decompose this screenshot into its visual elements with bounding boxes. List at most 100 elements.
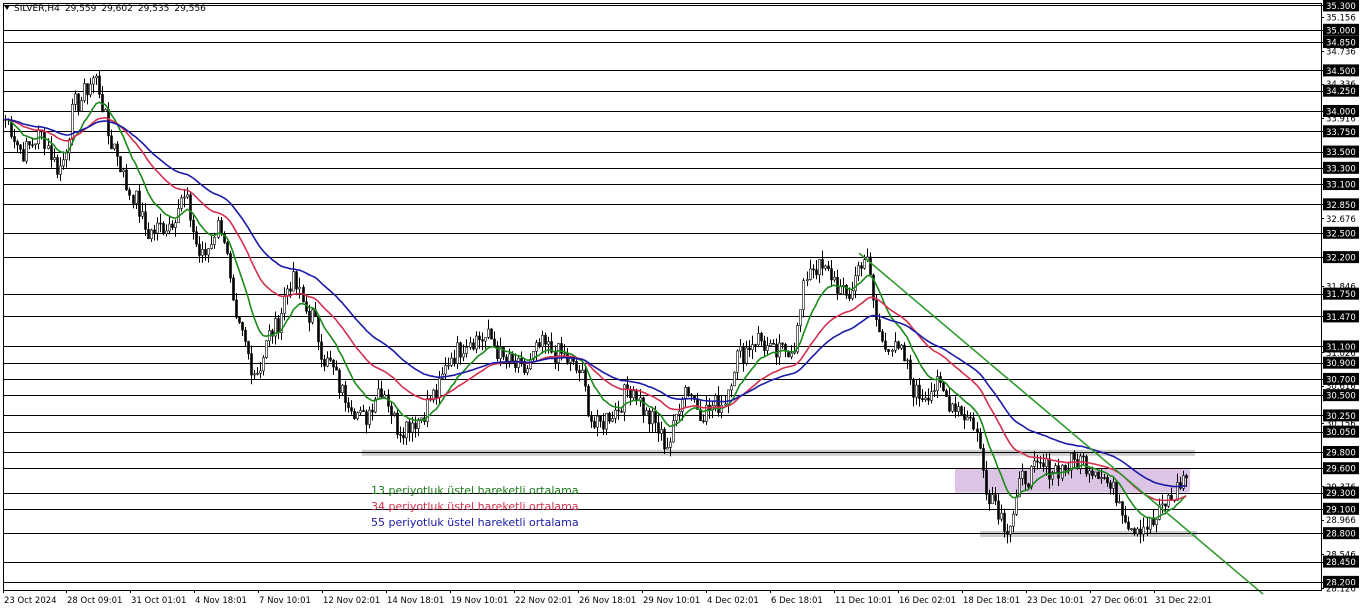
candle-body xyxy=(22,149,25,162)
candle-body xyxy=(669,441,672,448)
candle-body xyxy=(235,299,238,318)
candle-body xyxy=(50,145,53,161)
candle-body xyxy=(83,83,86,101)
candle-body xyxy=(760,333,763,342)
candle-body xyxy=(338,369,341,394)
chart-area[interactable]: 35.30035.15635.00034.85034.73634.50034.3… xyxy=(0,0,1362,611)
candle-body xyxy=(1127,521,1130,530)
candle-body xyxy=(1121,501,1124,516)
candle-body xyxy=(915,384,918,398)
candle-body xyxy=(56,157,59,175)
candle-body xyxy=(332,359,335,368)
price-chart: 35.30035.15635.00034.85034.73634.50034.3… xyxy=(0,0,1362,611)
candle-body xyxy=(247,341,250,354)
candle-body xyxy=(1115,481,1118,504)
candle-body xyxy=(1039,461,1042,464)
x-tick-label: 16 Dec 02:01 xyxy=(899,596,956,606)
candle-body xyxy=(125,169,128,191)
candle-body xyxy=(605,412,608,430)
candle-body xyxy=(1094,471,1097,476)
candle-body xyxy=(347,402,350,408)
candle-body xyxy=(812,268,815,271)
candle-body xyxy=(948,396,951,412)
candle-body xyxy=(450,357,453,366)
candle-body xyxy=(323,359,326,367)
candle-body xyxy=(1009,525,1012,535)
candle-body xyxy=(122,169,125,173)
candle-body xyxy=(469,342,472,348)
candle-body xyxy=(399,434,402,436)
candle-body xyxy=(490,328,493,340)
candle-body xyxy=(265,340,268,358)
candle-body xyxy=(617,409,620,412)
candle-body xyxy=(839,286,842,294)
candle-body xyxy=(660,429,663,434)
y-tick-label: 33.750 xyxy=(1326,128,1356,138)
candle-body xyxy=(459,342,462,358)
candle-body xyxy=(657,422,660,434)
candle-body xyxy=(857,265,860,277)
candle-body xyxy=(1170,494,1173,501)
candle-body xyxy=(945,390,948,397)
candle-body xyxy=(207,248,210,256)
candle-body xyxy=(575,361,578,371)
y-tick-label: 35.000 xyxy=(1326,26,1356,36)
candle-body xyxy=(1015,496,1018,515)
candle-body xyxy=(383,394,386,398)
candle-body xyxy=(960,406,963,415)
candle-body xyxy=(739,346,742,352)
candle-body xyxy=(1112,481,1115,489)
consolidation-zone[interactable] xyxy=(955,468,1190,493)
candle-body xyxy=(966,416,969,421)
candle-body xyxy=(578,369,581,374)
candle-body xyxy=(171,223,174,229)
candle-body xyxy=(848,294,851,299)
candle-body xyxy=(393,412,396,416)
candle-body xyxy=(772,343,775,345)
candle-body xyxy=(28,141,31,146)
candle-body xyxy=(1021,470,1024,479)
candle-body xyxy=(897,341,900,349)
candle-body xyxy=(1100,477,1103,480)
candle-body xyxy=(1054,465,1057,473)
candle-body xyxy=(827,265,830,269)
x-tick-label: 4 Dec 02:01 xyxy=(707,596,759,606)
candle-body xyxy=(80,100,83,112)
candle-body xyxy=(690,394,693,397)
candle-body xyxy=(654,411,657,424)
dropdown-triangle-icon[interactable] xyxy=(4,5,10,10)
candle-body xyxy=(806,279,809,281)
x-tick-label: 14 Nov 18:01 xyxy=(387,596,444,606)
candle-body xyxy=(1155,519,1158,526)
candle-body xyxy=(1024,470,1027,485)
x-tick-label: 19 Nov 10:01 xyxy=(451,596,508,606)
candle-body xyxy=(766,345,769,351)
indicator-legend: 13 periyotluk üstel hareketli ortalama 3… xyxy=(371,483,579,531)
candle-body xyxy=(836,276,839,294)
candle-body xyxy=(666,447,669,450)
candle-body xyxy=(1103,477,1106,479)
candle-body xyxy=(878,319,881,332)
candle-body xyxy=(602,421,605,430)
y-tick-label: 35.156 xyxy=(1326,14,1356,24)
candle-body xyxy=(614,409,617,419)
candle-body xyxy=(335,366,338,371)
candle-body xyxy=(411,422,414,433)
candle-body xyxy=(147,229,150,239)
candle-body xyxy=(128,189,131,196)
open-value: 29,559 xyxy=(64,4,97,14)
candle-body xyxy=(733,372,736,387)
candle-body xyxy=(547,341,550,345)
candle-body xyxy=(969,416,972,419)
candle-body xyxy=(1133,528,1136,535)
candle-body xyxy=(994,494,997,502)
candle-body xyxy=(1048,458,1051,480)
candle-body xyxy=(262,357,265,372)
y-tick-label: 31.470 xyxy=(1326,313,1356,323)
candle-body xyxy=(95,75,98,79)
candle-body xyxy=(942,382,945,392)
candle-body xyxy=(31,144,34,147)
candle-body xyxy=(390,405,393,416)
candle-body xyxy=(590,415,593,422)
candle-body xyxy=(59,165,62,175)
